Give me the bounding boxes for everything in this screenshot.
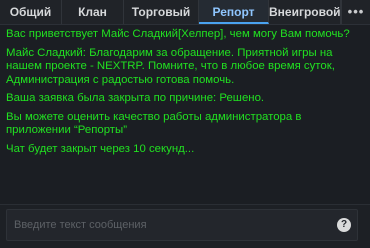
tab-report[interactable]: Репорт [199, 0, 269, 24]
message-input[interactable] [7, 210, 334, 240]
chat-message: Ваша заявка была закрыта по причине: Реш… [6, 92, 265, 104]
more-tabs-button[interactable]: ••• [341, 0, 370, 24]
chat-message: Вы можете оценить качество работы админи… [6, 110, 302, 137]
tab-trade[interactable]: Торговый [124, 0, 199, 24]
chat-message: Чат будет закрыт через 10 секунд... [6, 142, 195, 155]
tab-general[interactable]: Общий [0, 0, 62, 24]
chat-tab-bar: Общий Клан Торговый Репорт Внеигровой ••… [0, 0, 370, 25]
question-icon[interactable]: ? [337, 218, 351, 232]
chat-message: Вас приветствует Майс Сладкий[Хелпер], ч… [6, 28, 350, 40]
chat-messages: Вас приветствует Майс Сладкий[Хелпер], ч… [6, 28, 358, 198]
chat-input-area: ? [0, 204, 370, 248]
tab-ooc[interactable]: Внеигровой [269, 0, 341, 24]
tab-clan[interactable]: Клан [62, 0, 124, 24]
message-input-box: ? [6, 209, 358, 241]
report-chat-window: Общий Клан Торговый Репорт Внеигровой ••… [0, 0, 370, 248]
chat-message: Майс Сладкий: Благодарим за обращение. П… [6, 46, 335, 86]
